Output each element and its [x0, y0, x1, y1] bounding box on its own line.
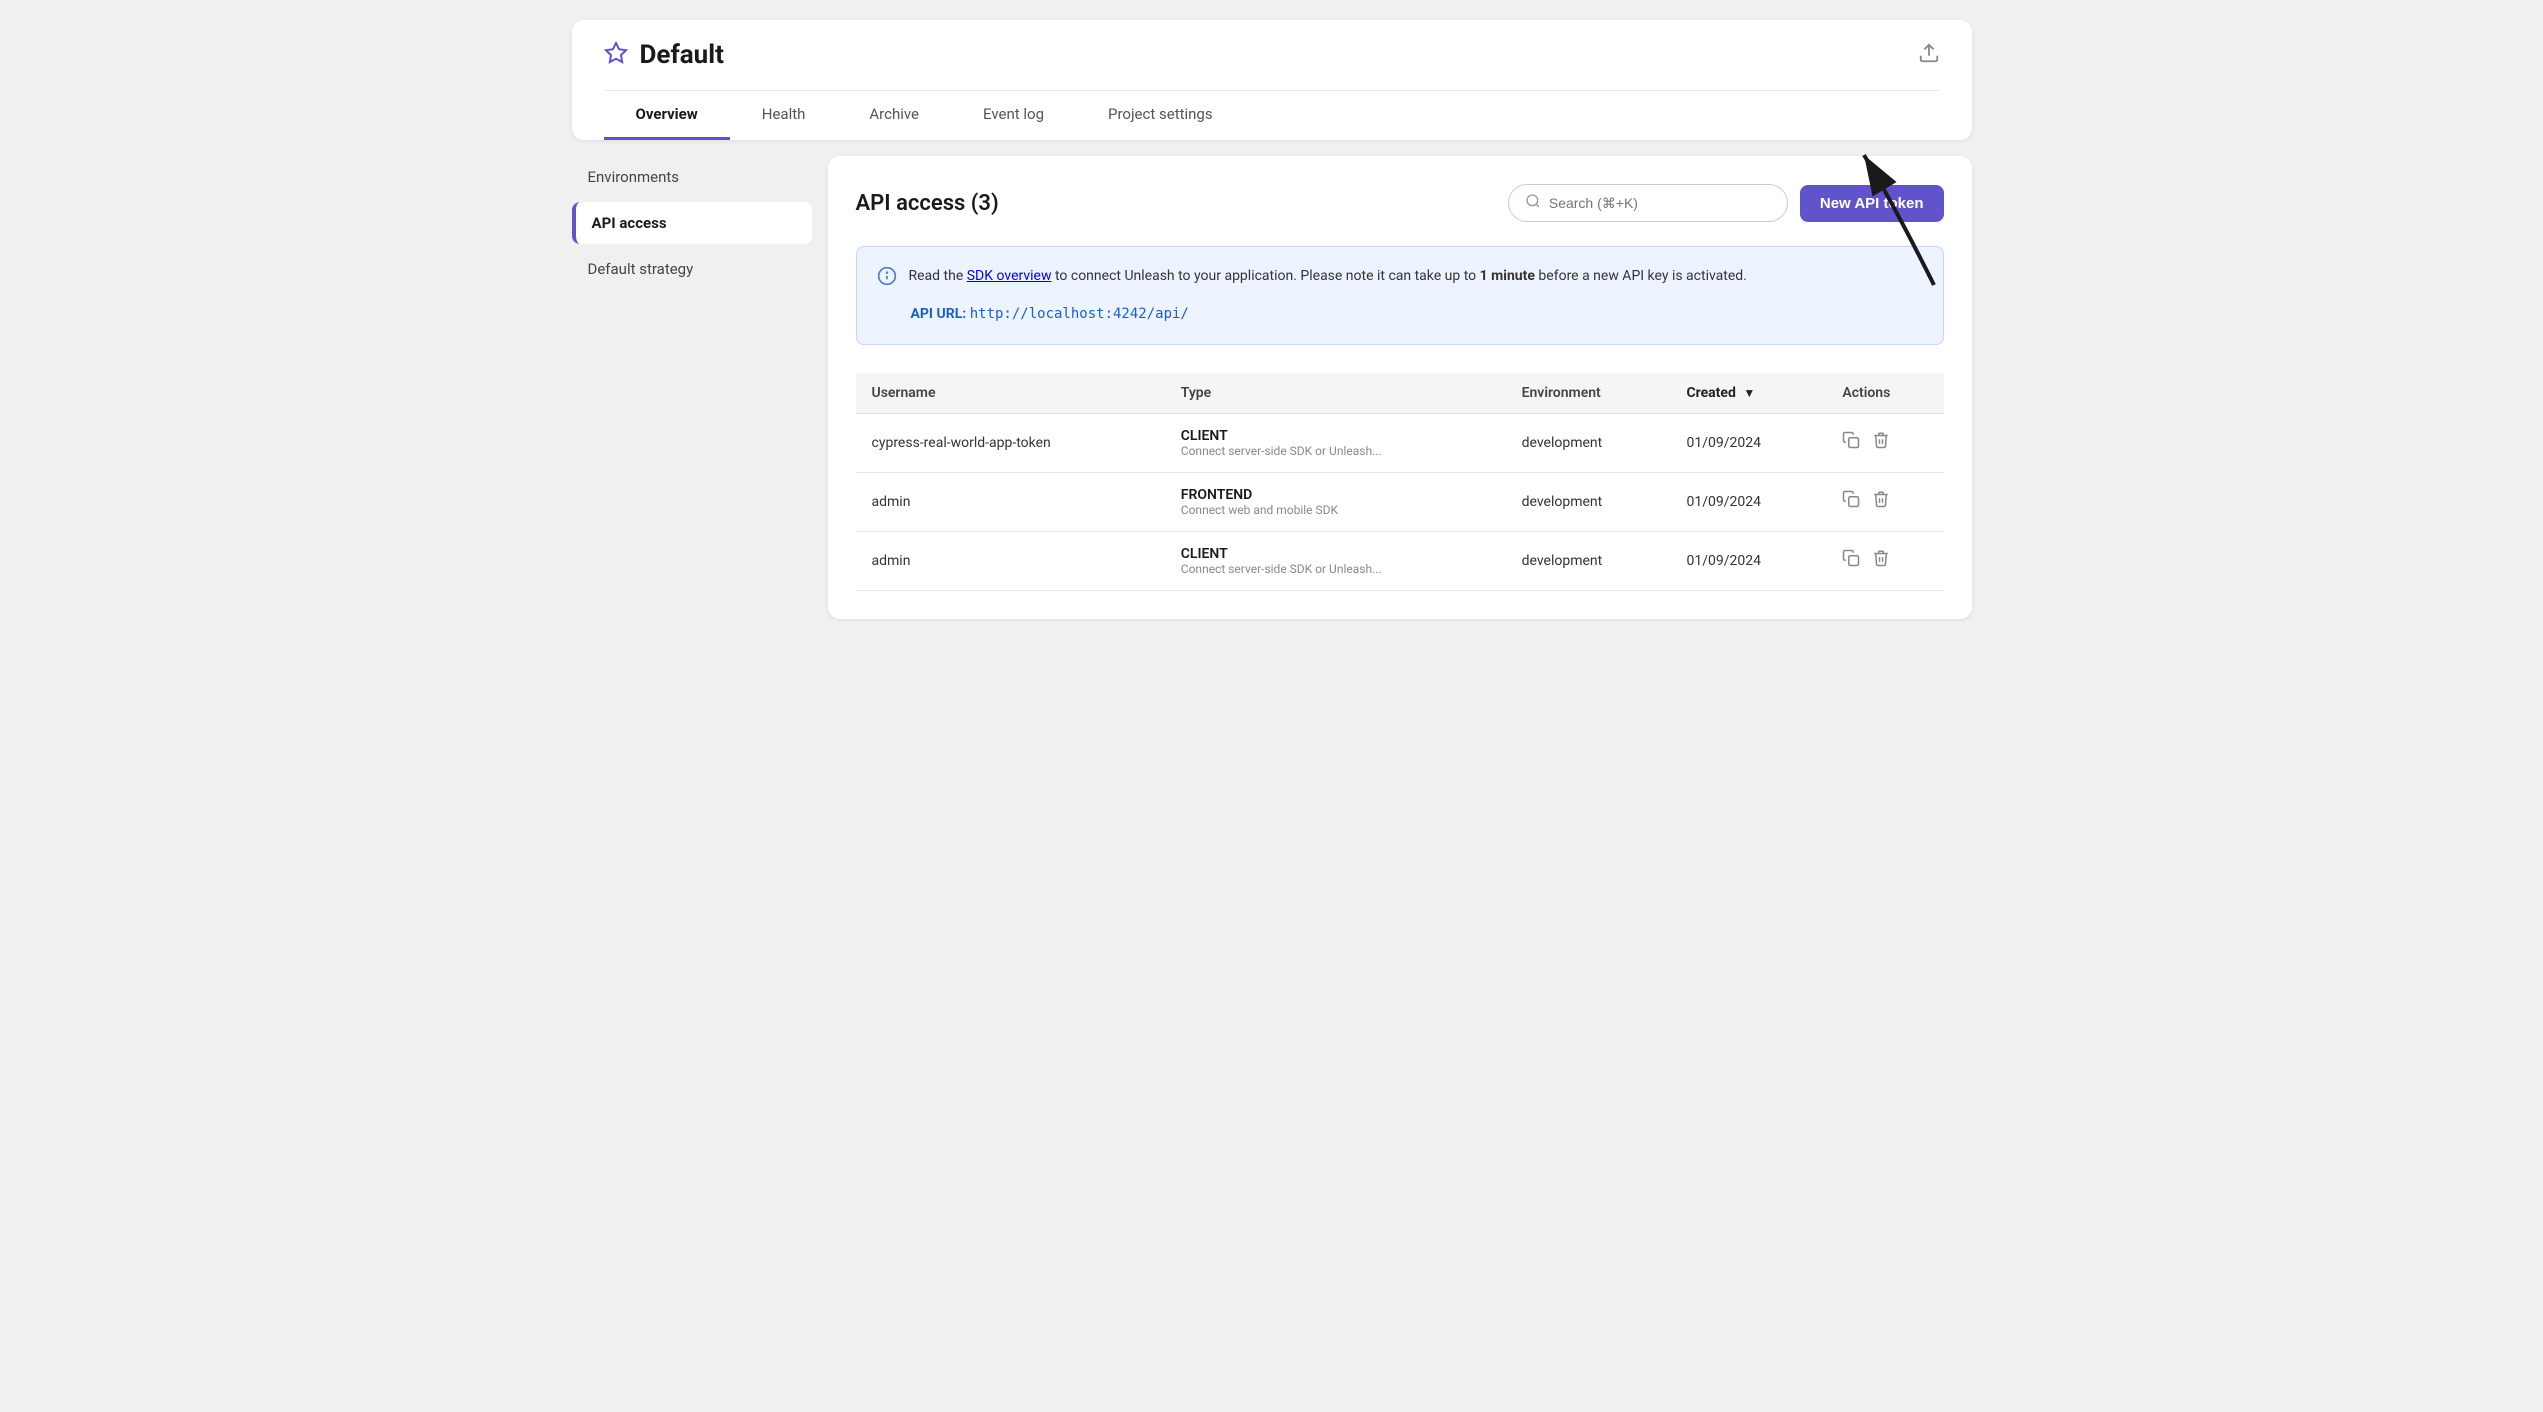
- cell-username: admin: [856, 472, 1165, 531]
- cell-type: FRONTEND Connect web and mobile SDK: [1165, 472, 1506, 531]
- cell-username: admin: [856, 531, 1165, 590]
- content-header: API access (3) New API token: [856, 184, 1944, 222]
- sidebar-item-environments[interactable]: Environments: [572, 156, 812, 198]
- search-box[interactable]: [1508, 184, 1788, 222]
- cell-actions: [1826, 531, 1943, 590]
- header-card: Default Overview Health Archive Event lo…: [572, 20, 1972, 140]
- search-input[interactable]: [1549, 195, 1771, 211]
- cell-type: CLIENT Connect server-side SDK or Unleas…: [1165, 413, 1506, 472]
- delete-icon[interactable]: [1872, 431, 1890, 454]
- delete-icon[interactable]: [1872, 549, 1890, 572]
- sdk-overview-link[interactable]: SDK overview: [967, 268, 1052, 284]
- sidebar-item-default-strategy[interactable]: Default strategy: [572, 248, 812, 290]
- copy-icon[interactable]: [1842, 549, 1860, 572]
- cell-environment: development: [1506, 413, 1671, 472]
- col-username: Username: [856, 373, 1165, 414]
- tab-bar: Overview Health Archive Event log Projec…: [604, 90, 1940, 140]
- content-area: API access (3) New API token: [828, 156, 1972, 619]
- cell-username: cypress-real-world-app-token: [856, 413, 1165, 472]
- new-api-token-button[interactable]: New API token: [1800, 185, 1944, 222]
- copy-icon[interactable]: [1842, 490, 1860, 513]
- sort-arrow-icon: ▼: [1743, 386, 1755, 400]
- col-environment: Environment: [1506, 373, 1671, 414]
- table-row: admin FRONTEND Connect web and mobile SD…: [856, 472, 1944, 531]
- api-url-label: API URL:: [911, 306, 967, 322]
- main-layout: Environments API access Default strategy…: [572, 156, 1972, 619]
- col-created[interactable]: Created ▼: [1670, 373, 1826, 414]
- copy-icon[interactable]: [1842, 431, 1860, 454]
- info-text: Read the SDK overview to connect Unleash…: [909, 265, 1747, 287]
- cell-created: 01/09/2024: [1670, 413, 1826, 472]
- cell-actions: [1826, 472, 1943, 531]
- info-box: Read the SDK overview to connect Unleash…: [856, 246, 1944, 345]
- col-type: Type: [1165, 373, 1506, 414]
- header-right: New API token: [1508, 184, 1944, 222]
- table-row: admin CLIENT Connect server-side SDK or …: [856, 531, 1944, 590]
- content-title: API access (3): [856, 191, 999, 216]
- tab-project-settings[interactable]: Project settings: [1076, 91, 1245, 140]
- cell-created: 01/09/2024: [1670, 472, 1826, 531]
- table-header-row: Username Type Environment Created ▼ Acti…: [856, 373, 1944, 414]
- table-row: cypress-real-world-app-token CLIENT Conn…: [856, 413, 1944, 472]
- tab-event-log[interactable]: Event log: [951, 91, 1076, 140]
- sidebar-item-api-access[interactable]: API access: [572, 202, 812, 244]
- cell-actions: [1826, 413, 1943, 472]
- page-title: Default: [640, 40, 724, 70]
- api-url: API URL: http://localhost:4242/api/: [911, 303, 1923, 325]
- cell-created: 01/09/2024: [1670, 531, 1826, 590]
- cell-environment: development: [1506, 472, 1671, 531]
- api-url-value: http://localhost:4242/api/: [970, 306, 1189, 322]
- col-actions: Actions: [1826, 373, 1943, 414]
- api-table: Username Type Environment Created ▼ Acti…: [856, 373, 1944, 591]
- tab-archive[interactable]: Archive: [837, 91, 951, 140]
- cell-type: CLIENT Connect server-side SDK or Unleas…: [1165, 531, 1506, 590]
- search-icon: [1525, 193, 1541, 213]
- tab-overview[interactable]: Overview: [604, 91, 730, 140]
- delete-icon[interactable]: [1872, 490, 1890, 513]
- upload-icon[interactable]: [1918, 42, 1940, 68]
- cell-environment: development: [1506, 531, 1671, 590]
- tab-health[interactable]: Health: [730, 91, 838, 140]
- sidebar: Environments API access Default strategy: [572, 156, 812, 619]
- star-icon[interactable]: [604, 41, 628, 69]
- info-bold-text: 1 minute: [1480, 268, 1535, 284]
- info-icon: [877, 266, 897, 293]
